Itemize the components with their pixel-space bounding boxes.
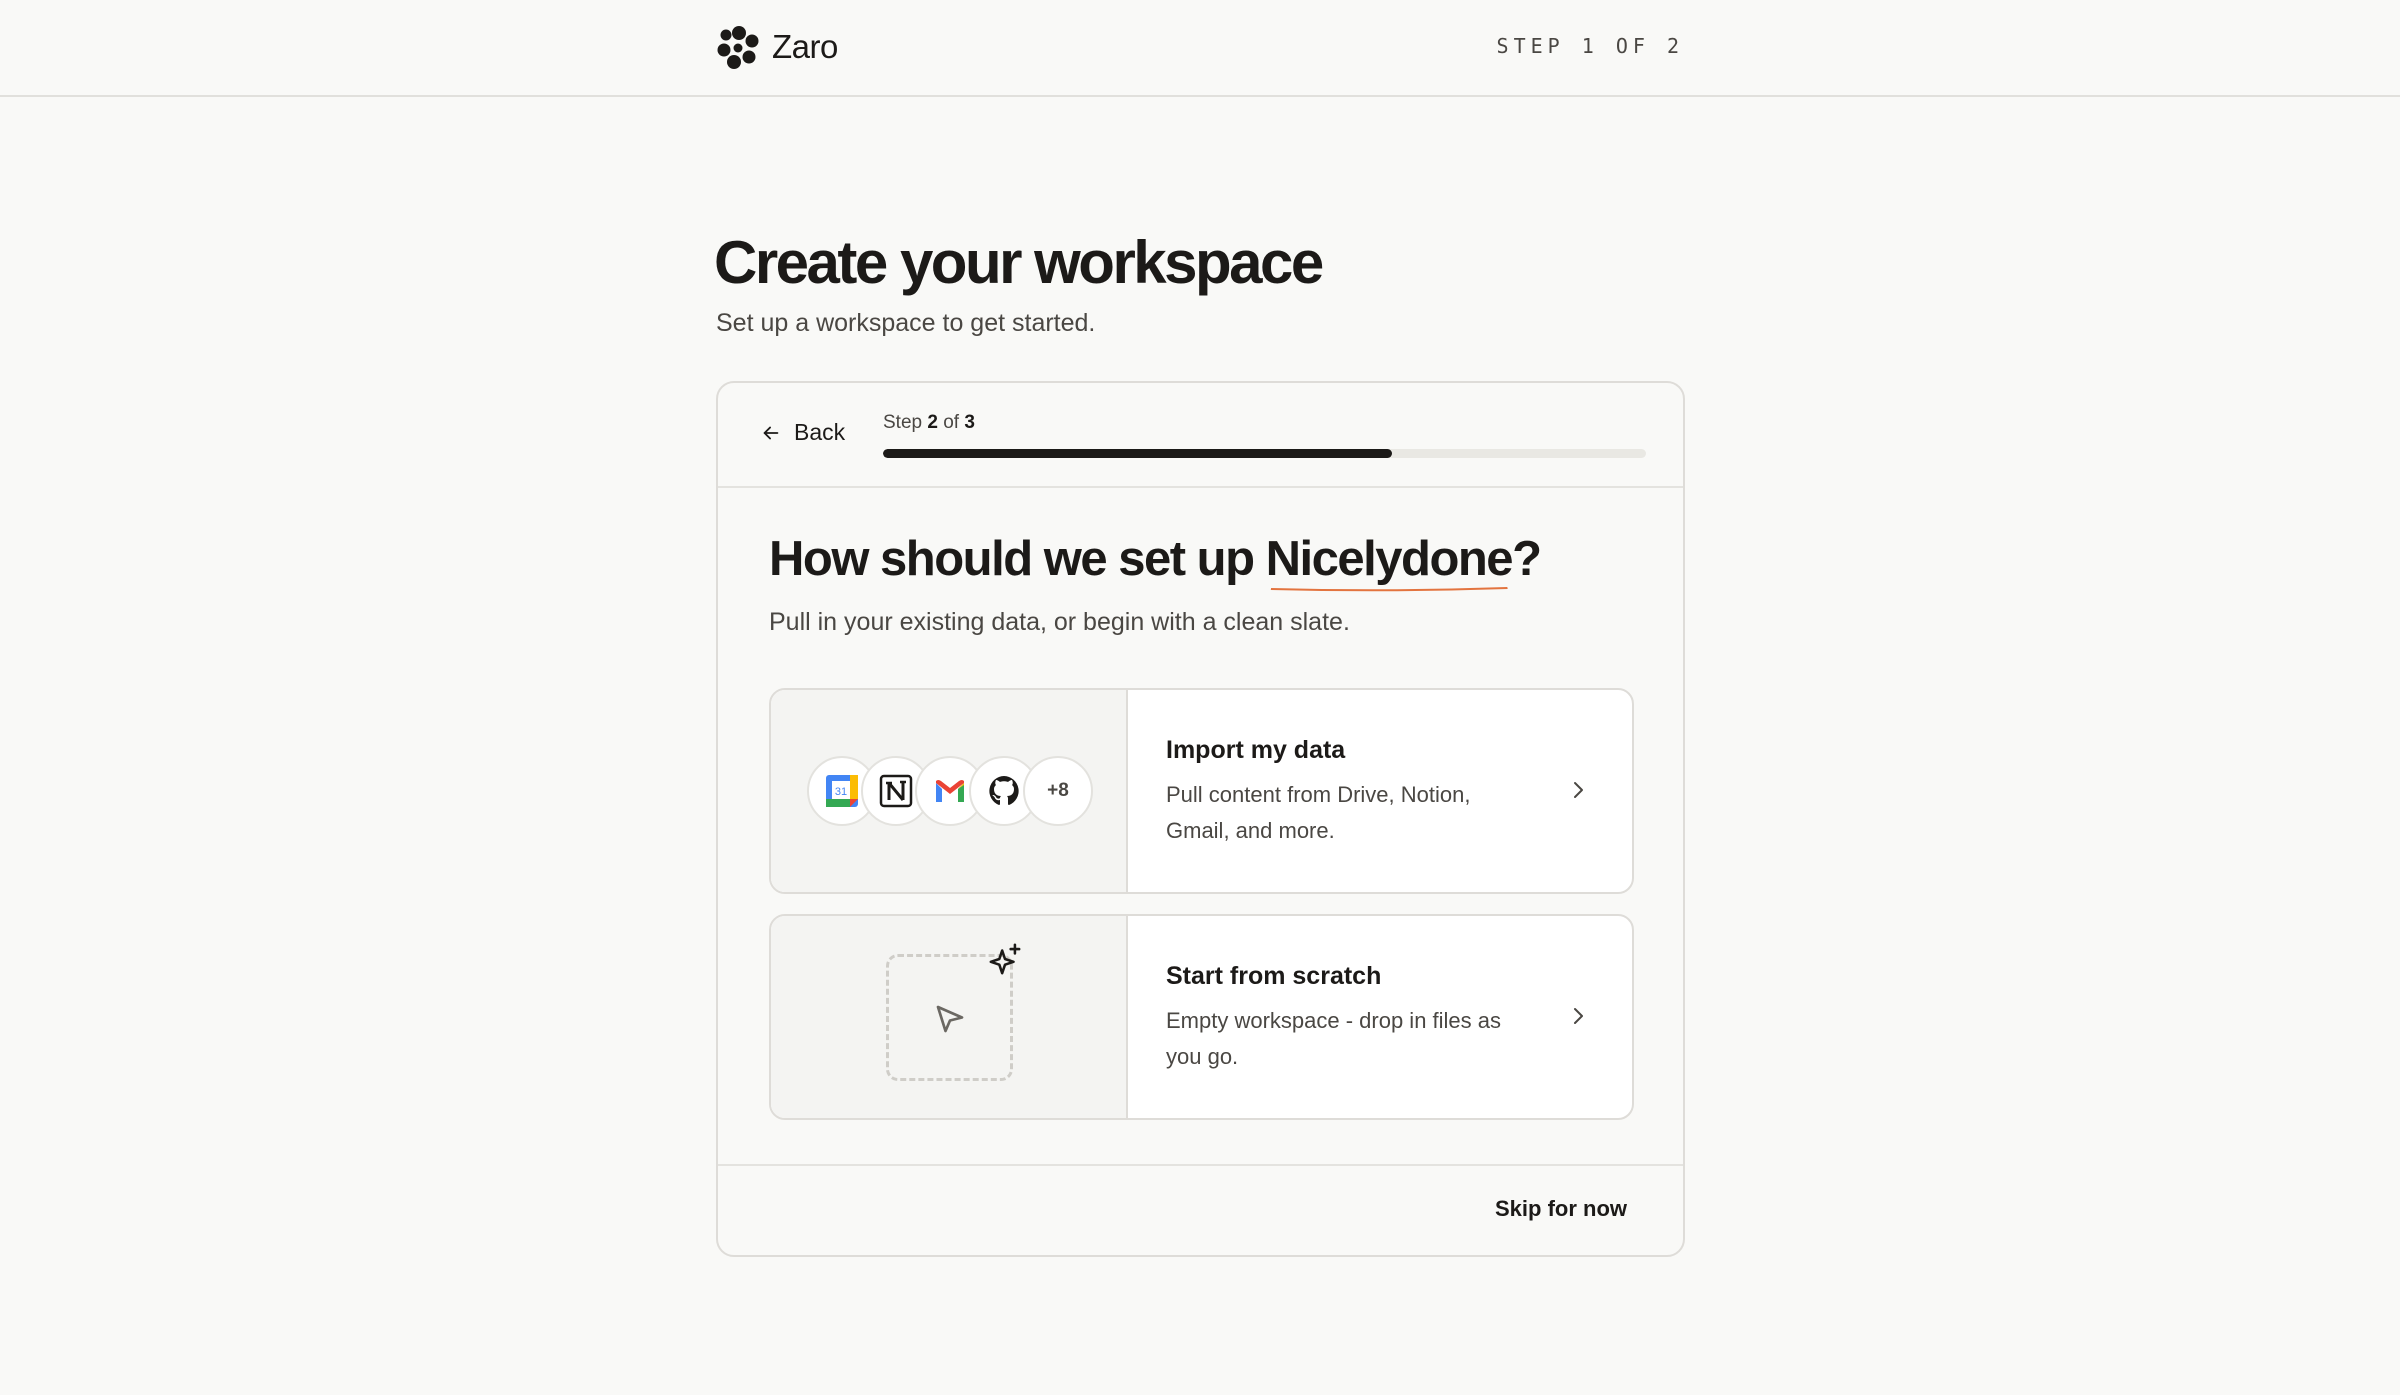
page-title: Create your workspace	[714, 229, 1324, 296]
question-prefix: How should we set up	[769, 532, 1266, 586]
option-title: Import my data	[1166, 736, 1346, 764]
workspace-name-text: Nicelydone	[1265, 532, 1514, 586]
progress-fill	[883, 449, 1392, 458]
integrations-preview: 31 +8	[771, 690, 1128, 892]
card-header: Back Step 2 of 3	[718, 383, 1683, 488]
chevron-right-icon	[1574, 1008, 1583, 1024]
onboarding-step-indicator: STEP 1 OF 2	[1496, 34, 1684, 58]
question-description: Pull in your existing data, or begin wit…	[769, 608, 1350, 636]
more-integrations-badge: +8	[1023, 756, 1093, 826]
sparkle-icon	[989, 943, 1021, 975]
progress-step-word: Step	[883, 412, 923, 433]
setup-card: Back Step 2 of 3 How should we set up Ni…	[716, 381, 1685, 1257]
back-label: Back	[794, 419, 846, 445]
option-title: Start from scratch	[1166, 962, 1382, 990]
gmail-icon	[936, 780, 964, 802]
flower-dots-logo-icon	[717, 26, 759, 69]
start-from-scratch-option[interactable]: Start from scratch Empty workspace - dro…	[769, 914, 1634, 1120]
progress-current-step: 2	[927, 412, 938, 433]
brand-name: Zaro	[772, 28, 838, 65]
option-description: Empty workspace - drop in files as you g…	[1166, 1008, 1502, 1069]
arrow-left-icon	[763, 426, 779, 439]
notion-icon	[879, 774, 913, 808]
progress-of-word: of	[943, 412, 960, 433]
import-data-text: Import my data Pull content from Drive, …	[1128, 690, 1632, 892]
chevron-right-icon	[1574, 782, 1583, 798]
underline-squiggle	[1270, 587, 1508, 592]
page-subtitle: Set up a workspace to get started.	[716, 309, 1096, 337]
brand[interactable]: Zaro	[716, 24, 838, 70]
cursor-pointer-icon	[936, 1005, 964, 1033]
workspace-name: Nicelydone	[1265, 532, 1514, 592]
google-calendar-icon: 31	[826, 775, 858, 807]
more-integrations-count: +8	[1047, 780, 1069, 801]
progress-total-steps: 3	[964, 412, 975, 433]
progress-bar	[883, 449, 1646, 458]
start-from-scratch-text: Start from scratch Empty workspace - dro…	[1128, 916, 1632, 1118]
progress-label: Step 2 of 3	[883, 412, 975, 434]
skip-for-now-button[interactable]: Skip for now	[1495, 1196, 1627, 1222]
github-icon	[989, 776, 1019, 805]
import-data-option[interactable]: 31 +8 Import my data Pull content from D…	[769, 688, 1634, 894]
calendar-day-label: 31	[835, 786, 847, 798]
scratch-preview	[771, 916, 1128, 1118]
top-bar: Zaro STEP 1 OF 2	[0, 0, 2400, 97]
card-footer: Skip for now	[718, 1164, 1683, 1255]
setup-question: How should we set up Nicelydone?	[769, 531, 1542, 592]
option-description: Pull content from Drive, Notion, Gmail, …	[1166, 782, 1471, 843]
integration-logos: 31 +8	[807, 756, 1093, 826]
back-button[interactable]: Back	[760, 419, 845, 446]
question-suffix: ?	[1512, 532, 1542, 586]
